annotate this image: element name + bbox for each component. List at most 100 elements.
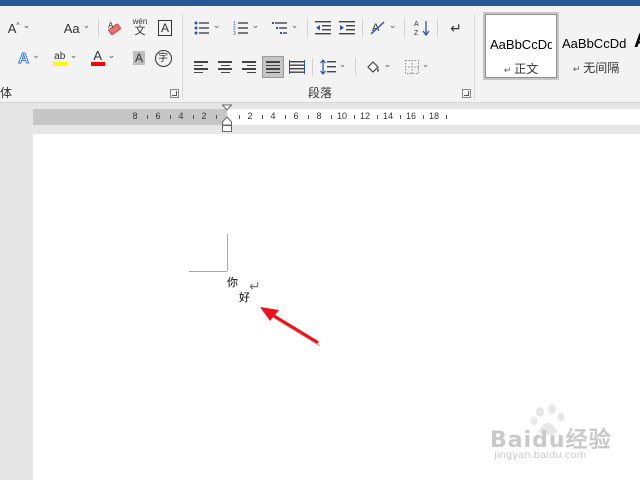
numbering-button[interactable]: 123 (229, 17, 263, 39)
text-highlight-button[interactable]: ab (50, 47, 80, 69)
text-boundary-corner-vertical (227, 234, 228, 271)
ruler-tick (422, 115, 424, 119)
multilevel-list-button[interactable] (268, 17, 302, 39)
enclose-character-icon: 字 (154, 49, 172, 67)
align-right-button[interactable] (238, 56, 260, 78)
distributed-icon (289, 60, 305, 74)
phonetic-guide-button[interactable]: wén 文 (128, 15, 152, 37)
grow-font-button[interactable]: A^ (6, 17, 32, 39)
borders-icon (404, 60, 419, 74)
numbering-icon: 123 (233, 21, 248, 35)
align-left-icon (194, 61, 208, 73)
ruler-number: 2 (247, 111, 253, 121)
show-hide-marks-button[interactable]: ↵ (445, 17, 467, 39)
ruler-number: 10 (336, 111, 348, 121)
increase-indent-button[interactable] (336, 17, 358, 39)
horizontal-ruler-area: 8 6 4 2 2 4 6 8 10 12 14 16 18 (0, 103, 640, 133)
justify-button[interactable] (262, 56, 284, 78)
style-name-label: ↵ 正文 (503, 62, 539, 76)
align-center-button[interactable] (214, 56, 236, 78)
ruler-number: 8 (132, 111, 138, 121)
svg-text:A: A (414, 21, 419, 28)
watermark-url: jingyan.baidu.com (494, 450, 587, 461)
ruler-number: 6 (155, 111, 161, 121)
svg-text:3: 3 (233, 31, 236, 35)
style-sample-text: AaBbCcDd (562, 36, 627, 51)
styles-gallery: AaBbCcDd ↵ 正文 AaBbCcDd ↵ 无间隔 A (482, 12, 640, 80)
chinese-layout-button[interactable]: A (366, 17, 400, 39)
ribbon: A^ Aa A wén 文 A A ab A A 字 字体 (0, 6, 640, 103)
style-heading-glyph: A (634, 30, 640, 53)
horizontal-ruler[interactable]: 8 6 4 2 2 4 6 8 10 12 14 16 18 (33, 109, 640, 125)
style-name-label: ↵ 无间隔 (572, 61, 620, 75)
ruler-tick (353, 115, 355, 119)
shading-button[interactable] (362, 56, 394, 78)
divider (404, 19, 405, 37)
svg-text:Z: Z (414, 30, 419, 37)
indent-marker[interactable] (222, 104, 232, 134)
ruler-number: 4 (270, 111, 276, 121)
align-left-button[interactable] (190, 56, 212, 78)
baidu-watermark: Baidu经验 jingyan.baidu.com (488, 404, 618, 468)
style-heading-partial[interactable]: A (632, 14, 640, 78)
divider (362, 19, 363, 37)
distributed-button[interactable] (286, 56, 308, 78)
chinese-layout-icon: A (370, 21, 385, 35)
character-border-button[interactable]: A (153, 17, 177, 39)
enclose-character-button[interactable]: 字 (152, 47, 174, 69)
svg-text:A: A (108, 21, 114, 30)
style-no-spacing[interactable]: AaBbCcDd ↵ 无间隔 (560, 14, 632, 78)
sort-icon: AZ (414, 21, 430, 37)
sort-button[interactable]: AZ (410, 17, 434, 39)
bullets-button[interactable] (190, 17, 224, 39)
ruler-left-margin (33, 109, 227, 125)
eraser-icon: A (108, 21, 121, 36)
divider (98, 19, 99, 37)
style-sample-text: AaBbCcDd (490, 37, 552, 52)
ruler-tick (376, 115, 378, 119)
ruler-tick (284, 115, 286, 119)
line-spacing-button[interactable] (316, 56, 350, 78)
decrease-indent-button[interactable] (312, 17, 334, 39)
ruler-number: 8 (316, 111, 322, 121)
font-dialog-launcher[interactable] (170, 89, 179, 98)
decrease-indent-icon (315, 21, 331, 35)
ruler-tick (445, 115, 447, 119)
group-separator (474, 14, 475, 100)
ruler-tick (169, 115, 171, 119)
font-color-button[interactable]: A (88, 47, 118, 69)
grow-font-icon: A^ (7, 20, 20, 36)
paragraph-mark-icon: ↵ (450, 19, 462, 36)
character-shading-icon: A (132, 51, 145, 65)
borders-button[interactable] (400, 56, 434, 78)
text-effects-button[interactable]: A (14, 47, 44, 69)
paint-bucket-icon (366, 61, 379, 73)
ruler-tick (192, 115, 194, 119)
ruler-tick (399, 115, 401, 119)
ruler-number: 2 (201, 111, 207, 121)
ruler-number: 4 (178, 111, 184, 121)
align-center-icon (218, 61, 232, 73)
paragraph-dialog-launcher[interactable] (462, 89, 471, 98)
align-right-icon (242, 61, 256, 73)
font-color-icon: A (90, 49, 105, 66)
ruler-number: 18 (428, 111, 440, 121)
clear-formatting-button[interactable]: A (103, 17, 127, 39)
change-case-button[interactable]: Aa (60, 17, 94, 39)
ruler-tick (330, 115, 332, 119)
ruler-number: 6 (293, 111, 299, 121)
ruler-tick (261, 115, 263, 119)
style-normal[interactable]: AaBbCcDd ↵ 正文 (483, 12, 559, 80)
paragraph-group-label: 段落 (308, 86, 333, 100)
font-group-label: 字体 (0, 86, 13, 100)
ruler-tick (238, 115, 240, 119)
red-arrow-annotation (260, 307, 321, 347)
ruler-number: 12 (359, 111, 371, 121)
ruler-tick (307, 115, 309, 119)
document-char-1: 你 (227, 276, 238, 289)
text-effects-icon: A (18, 49, 30, 67)
paragraph-mark-icon: ↵ (249, 278, 261, 294)
text-boundary-corner-horizontal (189, 271, 227, 272)
character-shading-button[interactable]: A (128, 47, 150, 69)
ruler-number: 14 (382, 111, 394, 121)
